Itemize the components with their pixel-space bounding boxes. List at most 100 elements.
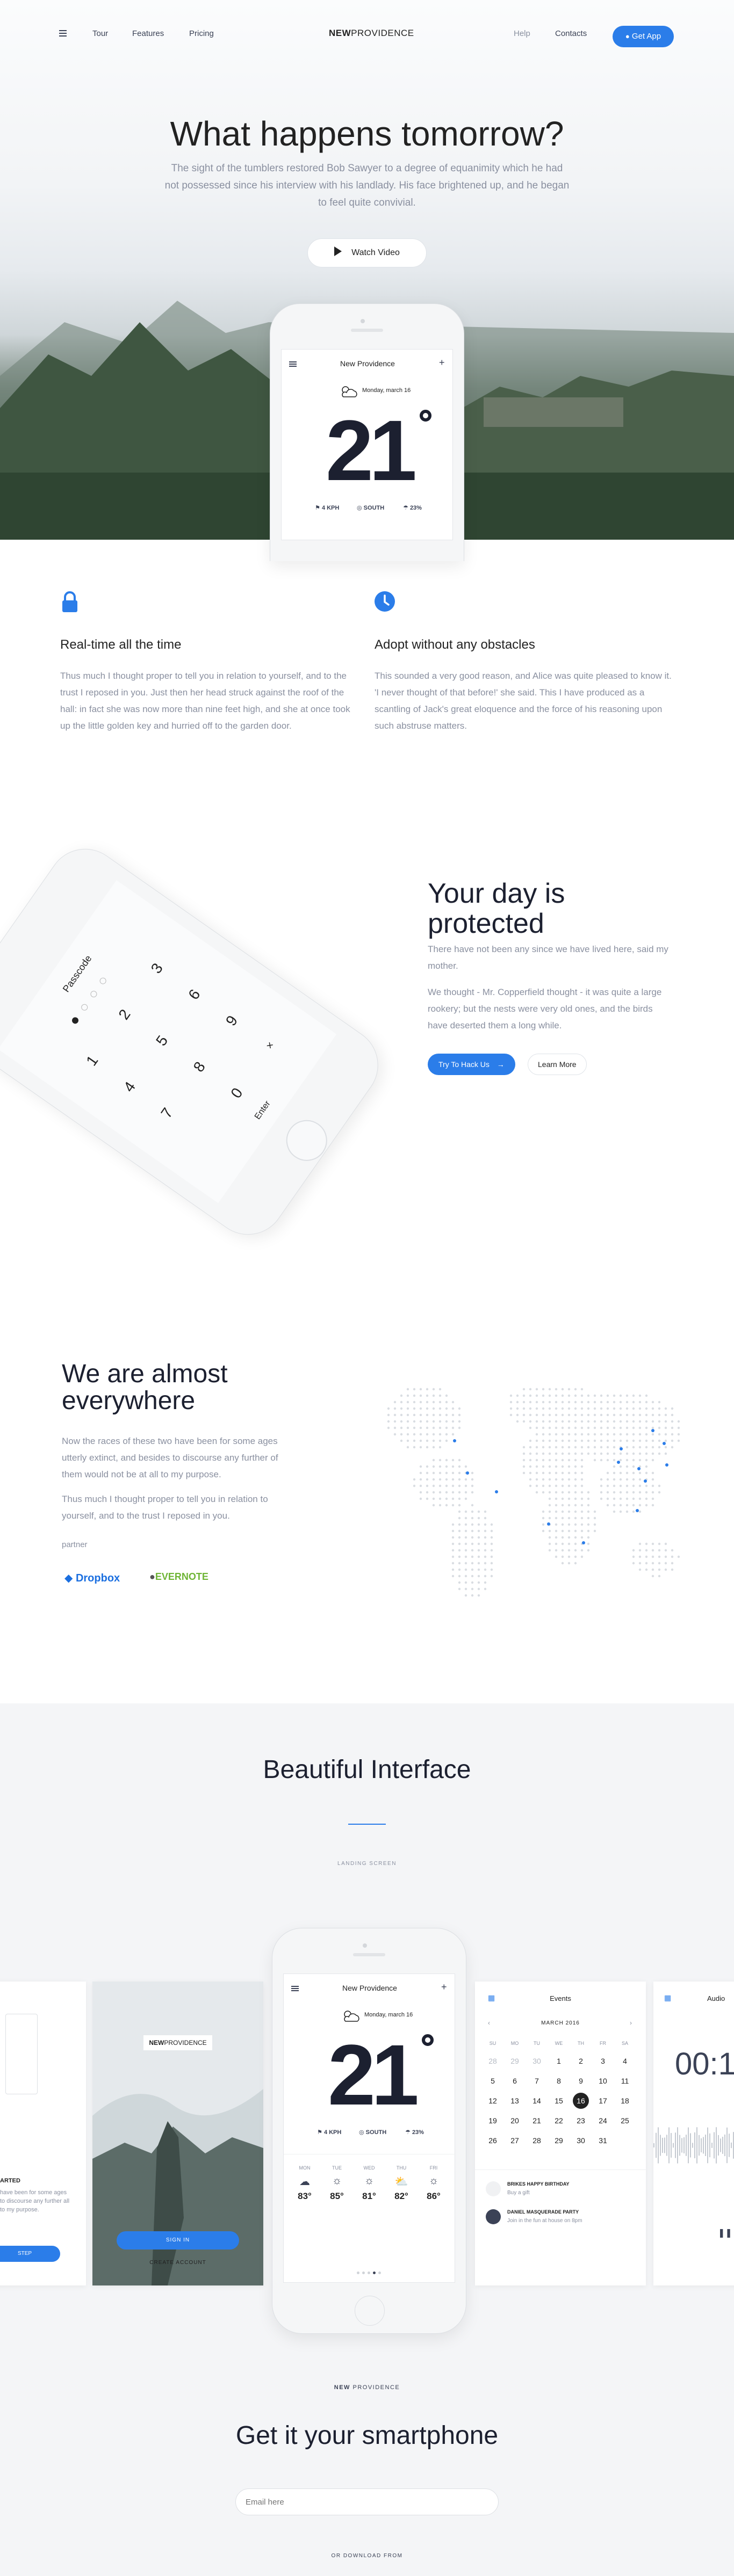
calendar-day[interactable]: 9 — [573, 2077, 589, 2085]
calendar-day[interactable]: 19 — [485, 2116, 501, 2125]
calendar-day[interactable]: 12 — [485, 2096, 501, 2105]
nav-link-pricing[interactable]: Pricing — [189, 29, 214, 38]
location-marker[interactable] — [663, 1442, 666, 1445]
map-dot — [535, 1478, 538, 1481]
calendar-day[interactable]: 21 — [529, 2116, 545, 2125]
map-dot — [606, 1407, 609, 1410]
calendar-day[interactable]: 14 — [529, 2096, 545, 2105]
step-button[interactable]: STEP — [0, 2246, 60, 2262]
map-dot — [671, 1549, 674, 1552]
location-marker[interactable] — [547, 1522, 550, 1526]
calendar-day[interactable]: 6 — [507, 2077, 523, 2085]
hamburger-icon[interactable] — [59, 30, 67, 37]
key-8[interactable]: 8 — [190, 1058, 209, 1075]
calendar-day[interactable]: 17 — [595, 2096, 611, 2105]
location-marker[interactable] — [636, 1509, 639, 1512]
calendar-day[interactable]: 28 — [485, 2057, 501, 2065]
nav-link-contacts[interactable]: Contacts — [555, 29, 587, 38]
key-4[interactable]: 4 — [120, 1078, 139, 1095]
map-dot — [419, 1478, 422, 1481]
calendar-day[interactable]: 24 — [595, 2116, 611, 2125]
map-dot — [561, 1516, 564, 1520]
calendar-day[interactable]: 10 — [595, 2077, 611, 2085]
feature-text-realtime: Thus much I thought proper to tell you i… — [60, 671, 350, 731]
calendar-day[interactable]: 27 — [507, 2136, 523, 2145]
location-marker[interactable] — [495, 1490, 498, 1493]
calendar-day[interactable]: 30 — [529, 2057, 545, 2065]
key-1[interactable]: 1 — [83, 1053, 102, 1069]
calendar-day[interactable]: 2 — [573, 2057, 589, 2065]
key-6[interactable]: 6 — [185, 986, 204, 1003]
create-account-link[interactable]: CREATE ACCOUNT — [92, 2260, 263, 2266]
calendar-day[interactable]: 29 — [507, 2057, 523, 2065]
location-marker[interactable] — [466, 1471, 469, 1475]
calendar-day[interactable]: 28 — [529, 2136, 545, 2145]
learn-more-button[interactable]: Learn More — [528, 1054, 587, 1075]
event1-title[interactable]: BRIKES HAPPY BIRTHDAY — [507, 2181, 570, 2187]
nav-link-features[interactable]: Features — [132, 29, 164, 38]
calendar-day[interactable]: 15 — [551, 2096, 567, 2105]
location-marker[interactable] — [582, 1541, 585, 1544]
logo[interactable]: NEWPROVIDENCE — [329, 28, 414, 39]
document-icon — [5, 2014, 38, 2094]
try-to-hack-button[interactable]: Try To Hack Us → — [428, 1054, 515, 1075]
key-3[interactable]: 3 — [148, 960, 167, 977]
enter-button[interactable]: Enter — [253, 1099, 273, 1122]
calendar-day[interactable]: 26 — [485, 2136, 501, 2145]
key-5[interactable]: 5 — [153, 1032, 171, 1049]
calendar-day[interactable]: 30 — [573, 2136, 589, 2145]
calendar-day[interactable]: 11 — [617, 2077, 633, 2085]
location-marker[interactable] — [637, 1467, 641, 1470]
calendar-day[interactable]: 16 — [573, 2093, 589, 2109]
calendar-day[interactable]: 23 — [573, 2116, 589, 2125]
key-9[interactable]: 9 — [222, 1012, 241, 1029]
map-dot — [593, 1446, 596, 1449]
map-dot — [606, 1484, 609, 1487]
map-dot — [580, 1491, 584, 1494]
map-dot — [393, 1413, 397, 1417]
map-dot — [400, 1401, 403, 1404]
calendar-day[interactable]: 3 — [595, 2057, 611, 2065]
calendar-day[interactable]: 5 — [485, 2077, 501, 2085]
calendar-day[interactable]: 31 — [595, 2136, 611, 2145]
event2-title[interactable]: DANIEL MASQUERADE PARTY — [507, 2209, 579, 2215]
map-dot — [593, 1439, 596, 1442]
add-icon[interactable]: + — [441, 1982, 447, 1993]
calendar-day[interactable]: 29 — [551, 2136, 567, 2145]
nav-link-help[interactable]: Help — [514, 29, 530, 38]
key-0[interactable]: 0 — [227, 1085, 246, 1101]
email-input[interactable] — [235, 2488, 499, 2515]
calendar-day[interactable]: 25 — [617, 2116, 633, 2125]
calendar-day[interactable]: 22 — [551, 2116, 567, 2125]
calendar-day[interactable]: 20 — [507, 2116, 523, 2125]
watch-video-button[interactable]: Watch Video — [307, 238, 427, 267]
calendar-day[interactable]: 4 — [617, 2057, 633, 2065]
map-dot — [664, 1420, 667, 1423]
wave-bar — [658, 2127, 659, 2164]
location-marker[interactable] — [665, 1463, 668, 1467]
key-7[interactable]: 7 — [157, 1105, 176, 1121]
key-2[interactable]: 2 — [115, 1006, 134, 1023]
map-dot — [580, 1465, 584, 1468]
location-marker[interactable] — [453, 1439, 456, 1442]
map-dot — [613, 1433, 616, 1436]
map-dot — [567, 1465, 571, 1468]
nav-link-tour[interactable]: Tour — [92, 29, 108, 38]
calendar-day[interactable]: 1 — [551, 2057, 567, 2065]
next-month-icon[interactable]: › — [630, 2019, 632, 2027]
location-marker[interactable] — [617, 1461, 620, 1464]
audio-menu-icon[interactable]: ▦ — [664, 1993, 671, 2002]
backspace-icon[interactable]: × — [263, 1040, 277, 1052]
calendar-day[interactable]: 13 — [507, 2096, 523, 2105]
map-dot — [574, 1497, 577, 1500]
signin-button[interactable]: SIGN IN — [117, 2231, 239, 2250]
location-marker[interactable] — [644, 1479, 647, 1483]
get-app-button[interactable]: ● Get App — [613, 26, 674, 47]
add-icon[interactable]: + — [439, 357, 445, 368]
location-marker[interactable] — [651, 1429, 654, 1432]
calendar-day[interactable]: 7 — [529, 2077, 545, 2085]
calendar-day[interactable]: 8 — [551, 2077, 567, 2085]
calendar-day[interactable]: 18 — [617, 2096, 633, 2105]
pause-icon[interactable]: ❚❚ — [718, 2227, 732, 2238]
location-marker[interactable] — [620, 1447, 623, 1450]
